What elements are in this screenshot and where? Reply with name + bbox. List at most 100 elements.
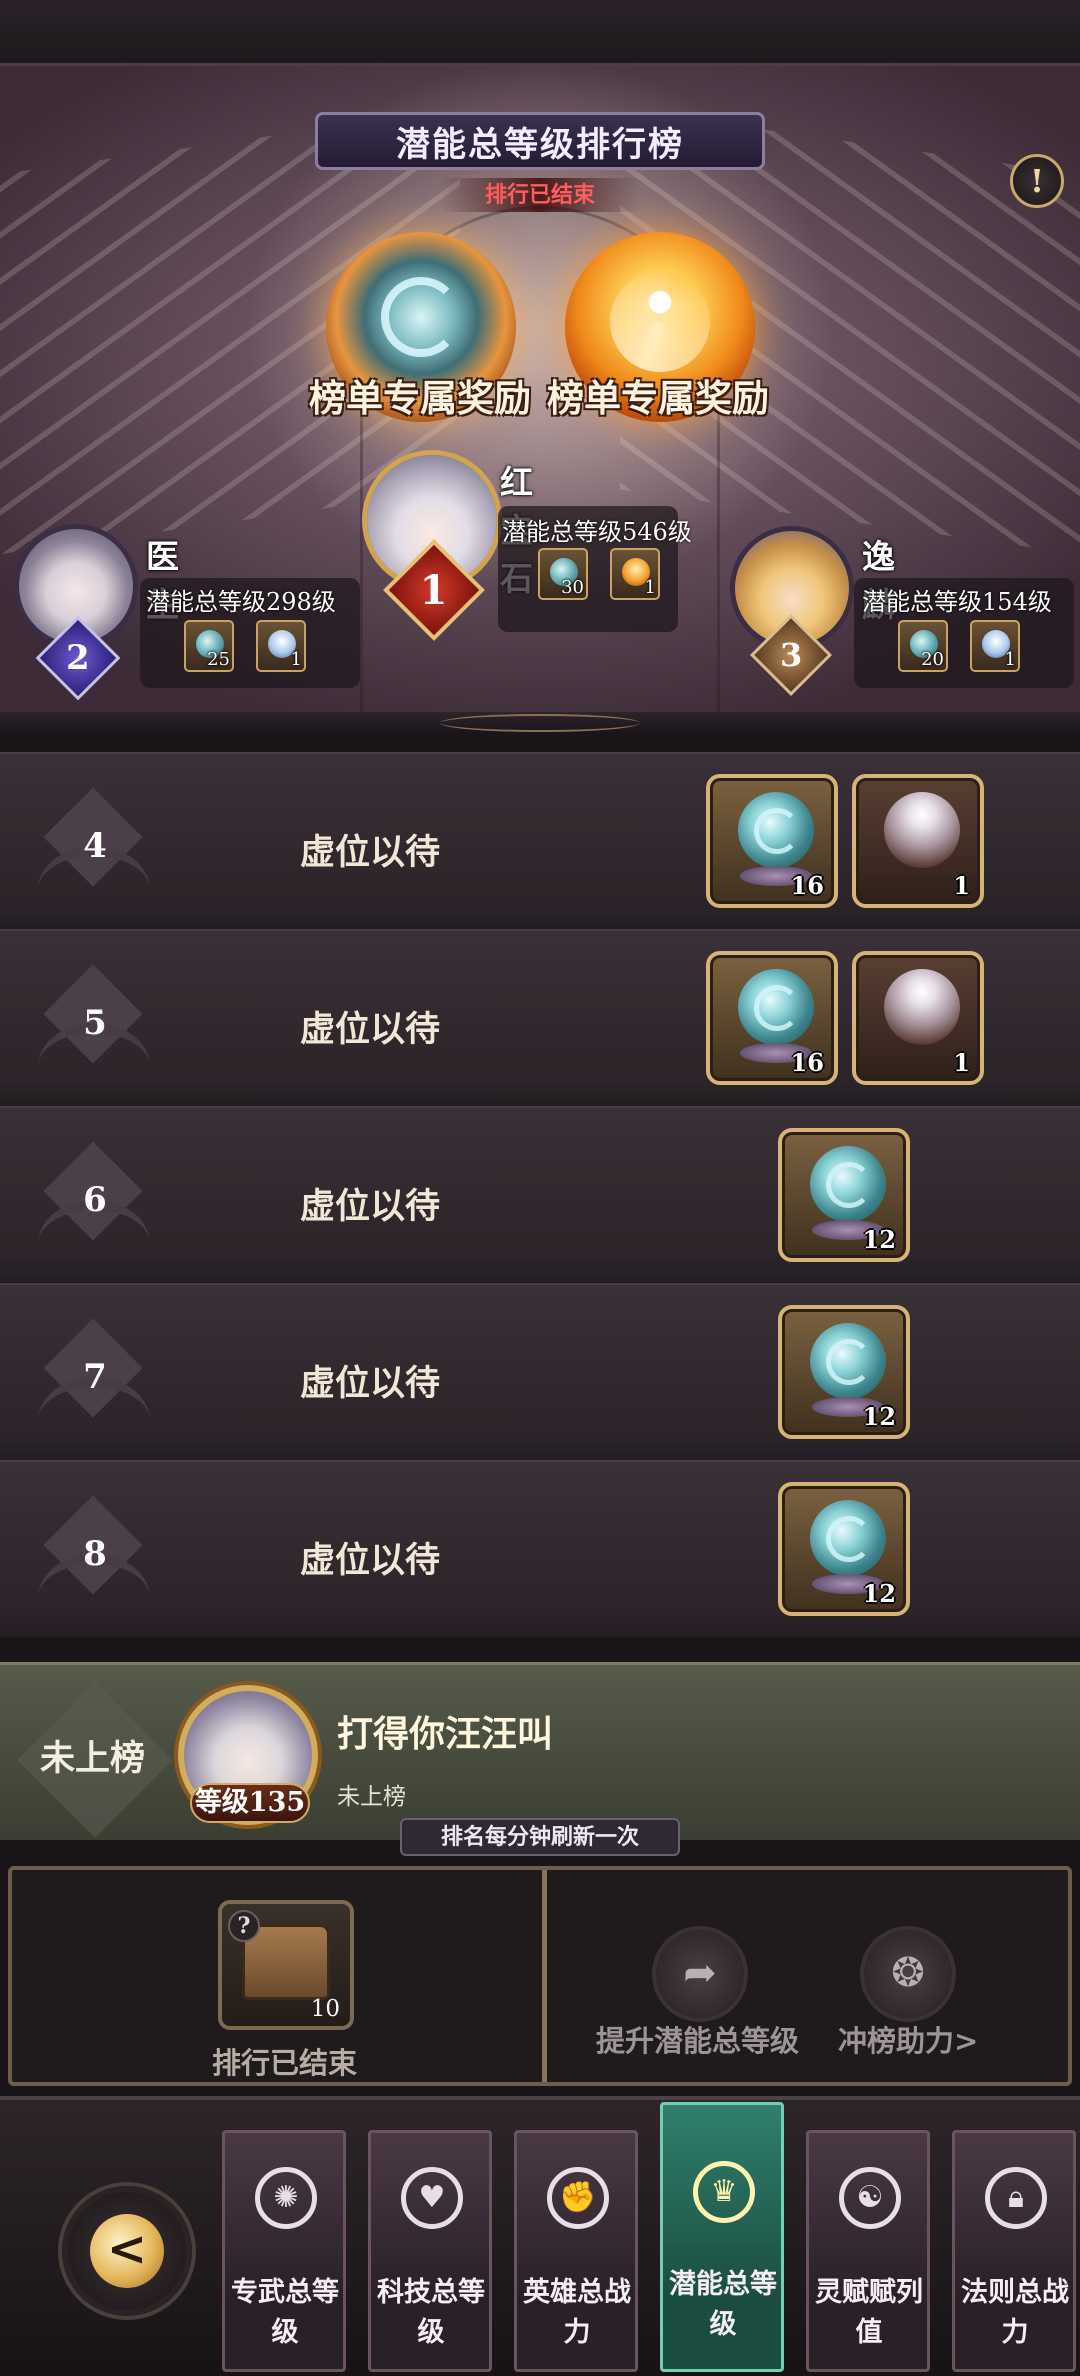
back-button[interactable]: < bbox=[62, 2186, 192, 2316]
improve-level-label[interactable]: 提升潜能总等级 bbox=[596, 2018, 799, 2060]
list-item[interactable]: 7 虚位以待 12 bbox=[0, 1283, 1080, 1460]
rank-number: 7 bbox=[83, 1357, 107, 1397]
bottom-nav: < ✺ 专武总等级 ♥ 科技总等级 ✊ 英雄总战力 ♛ 潜能总等级 ☯ 灵赋赋列… bbox=[0, 2096, 1080, 2376]
reward-item[interactable]: 30 bbox=[538, 548, 588, 600]
rank-number: 8 bbox=[83, 1534, 107, 1574]
swirl-orb-icon bbox=[381, 277, 461, 357]
heart-wings-icon: ♥ bbox=[401, 2167, 463, 2229]
reward-item[interactable]: 1 bbox=[256, 620, 306, 672]
lock-icon: 🔒︎ bbox=[985, 2167, 1047, 2229]
leaderboard-hero: 潜能总等级排行榜 排行已结束 ! 榜单专属奖励 榜单专属奖励 1 红宝石 潜能总… bbox=[0, 66, 1080, 716]
silver-wings-icon bbox=[884, 969, 960, 1045]
reward-item[interactable]: 1 bbox=[852, 774, 984, 908]
reward-item[interactable]: 16 bbox=[706, 774, 838, 908]
my-name: 打得你汪汪叫 bbox=[337, 1713, 554, 1755]
item-count: 12 bbox=[862, 1225, 896, 1254]
reward-item[interactable]: 1 bbox=[610, 548, 660, 600]
boost-rank-label[interactable]: 冲榜助力> bbox=[838, 2018, 978, 2060]
info-button[interactable]: ! bbox=[1010, 154, 1064, 208]
list-item[interactable]: 5 虚位以待 16 1 bbox=[0, 929, 1080, 1106]
tab-hero-power[interactable]: ✊ 英雄总战力 bbox=[514, 2130, 638, 2372]
golden-wings-icon bbox=[610, 272, 710, 372]
ornament bbox=[440, 714, 640, 732]
reward-item[interactable]: 16 bbox=[706, 951, 838, 1085]
improve-level-button[interactable]: ➦ bbox=[652, 1926, 748, 2022]
item-count: 30 bbox=[561, 577, 584, 598]
swirl-gear-icon: ✺ bbox=[255, 2167, 317, 2229]
my-rank-text: 未上榜 bbox=[40, 1738, 146, 1779]
reward-item[interactable]: 12 bbox=[778, 1128, 910, 1262]
item-count: 12 bbox=[862, 1402, 896, 1431]
player-level: 潜能总等级298级 bbox=[146, 588, 336, 616]
item-count: 1 bbox=[953, 1048, 970, 1077]
refresh-note: 排名每分钟刷新一次 bbox=[400, 1818, 680, 1856]
swirl-orb-icon bbox=[810, 1500, 886, 1576]
tab-spirit-value[interactable]: ☯ 灵赋赋列值 bbox=[806, 2130, 930, 2372]
item-count: 1 bbox=[1004, 649, 1016, 670]
vacant-label: 虚位以待 bbox=[300, 1009, 441, 1050]
reward-item[interactable]: 25 bbox=[184, 620, 234, 672]
tab-tech-level[interactable]: ♥ 科技总等级 bbox=[368, 2130, 492, 2372]
section-divider bbox=[0, 712, 1080, 734]
item-count: 12 bbox=[862, 1579, 896, 1608]
item-count: 1 bbox=[953, 871, 970, 900]
tab-potential-level[interactable]: ♛ 潜能总等级 bbox=[660, 2102, 784, 2372]
swirl-orb-icon bbox=[738, 969, 814, 1045]
tab-label: 潜能总等级 bbox=[669, 2269, 777, 2340]
list-item[interactable]: 8 虚位以待 12 bbox=[0, 1460, 1080, 1637]
tab-weapon-level[interactable]: ✺ 专武总等级 bbox=[222, 2130, 346, 2372]
page-title: 潜能总等级排行榜 bbox=[315, 112, 765, 170]
vacant-label: 虚位以待 bbox=[300, 1540, 441, 1581]
tab-label: 法则总战力 bbox=[961, 2277, 1069, 2348]
item-count: 16 bbox=[790, 871, 824, 900]
swirl-orb-icon bbox=[810, 1146, 886, 1222]
boost-rank-button[interactable]: ❂ bbox=[860, 1926, 956, 2022]
reward-item[interactable]: 20 bbox=[898, 620, 948, 672]
back-arrow-icon: < bbox=[90, 2214, 164, 2288]
vacant-label: 虚位以待 bbox=[300, 1363, 441, 1404]
chest-count: 10 bbox=[310, 1996, 340, 2022]
reward-item[interactable]: 12 bbox=[778, 1305, 910, 1439]
tab-label: 科技总等级 bbox=[377, 2277, 485, 2348]
item-count: 1 bbox=[290, 649, 302, 670]
exclusive-reward-label: 榜单专属奖励 bbox=[547, 376, 769, 420]
share-arrow-icon: ➦ bbox=[683, 1950, 717, 1996]
item-count: 1 bbox=[644, 577, 656, 598]
my-status: 未上榜 bbox=[337, 1784, 406, 1810]
fist-icon: ✊ bbox=[547, 2167, 609, 2229]
ranking-ended-label: 排行已结束 bbox=[440, 178, 640, 212]
list-item[interactable]: 6 虚位以待 12 bbox=[0, 1106, 1080, 1283]
swirl-orb-icon bbox=[738, 792, 814, 868]
vacant-label: 虚位以待 bbox=[300, 832, 441, 873]
spirit-icon: ☯ bbox=[839, 2167, 901, 2229]
item-count: 20 bbox=[921, 649, 944, 670]
help-icon[interactable]: ? bbox=[228, 1910, 260, 1942]
reward-item[interactable]: 12 bbox=[778, 1482, 910, 1616]
item-count: 25 bbox=[207, 649, 230, 670]
silver-wings-icon bbox=[884, 792, 960, 868]
reward-item[interactable]: 1 bbox=[970, 620, 1020, 672]
rank-number: 6 bbox=[83, 1180, 107, 1220]
tab-label: 专武总等级 bbox=[231, 2277, 339, 2348]
tab-law-power[interactable]: 🔒︎ 法则总战力 bbox=[952, 2130, 1076, 2372]
rank-number: 5 bbox=[83, 1003, 107, 1043]
swirl-orb-icon bbox=[810, 1323, 886, 1399]
exclusive-reward-label: 榜单专属奖励 bbox=[309, 376, 531, 420]
top-bar bbox=[0, 0, 1080, 66]
reward-item[interactable]: 1 bbox=[852, 951, 984, 1085]
my-level-badge: 等级135 bbox=[190, 1783, 310, 1823]
my-rank-row[interactable]: 未上榜 等级135 打得你汪汪叫 未上榜 bbox=[0, 1662, 1080, 1840]
rank-number: 4 bbox=[83, 826, 107, 866]
tab-label: 灵赋赋列值 bbox=[815, 2277, 923, 2348]
item-count: 16 bbox=[790, 1048, 824, 1077]
panel-divider bbox=[542, 1870, 547, 2082]
crown-book-icon: ♛ bbox=[693, 2161, 755, 2223]
list-item[interactable]: 4 虚位以待 16 1 bbox=[0, 752, 1080, 929]
tab-label: 英雄总战力 bbox=[523, 2277, 631, 2348]
vacant-label: 虚位以待 bbox=[300, 1186, 441, 1227]
ranking-reward-chest[interactable]: ? 10 bbox=[218, 1900, 354, 2030]
player-level: 潜能总等级546级 bbox=[502, 518, 692, 546]
player-level: 潜能总等级154级 bbox=[862, 588, 1052, 616]
chest-status-label: 排行已结束 bbox=[212, 2046, 358, 2080]
exclamation-icon: ! bbox=[1029, 162, 1045, 200]
